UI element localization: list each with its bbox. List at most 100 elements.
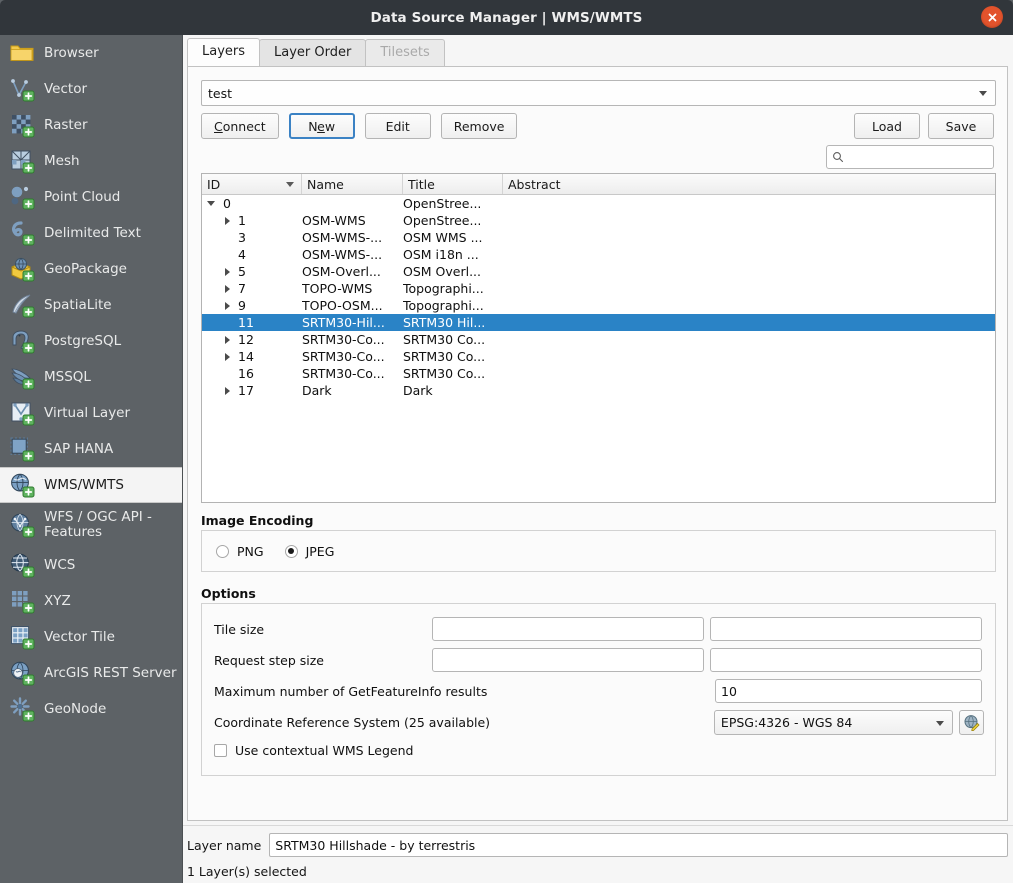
sidebar-item-raster[interactable]: Raster <box>0 107 182 143</box>
column-header-title[interactable]: Title <box>403 174 503 194</box>
encoding-radio-png[interactable] <box>216 544 229 558</box>
expand-collapse-closed-icon[interactable] <box>225 335 230 344</box>
table-row[interactable]: 3 OSM-WMS-... OSM WMS ... <box>202 229 995 246</box>
expand-collapse-closed-icon[interactable] <box>225 301 230 310</box>
tile-size-width-input[interactable] <box>432 617 704 641</box>
tile-size-height-input[interactable] <box>710 617 982 641</box>
sidebar-item-wms-wmts[interactable]: WMS/WMTS <box>0 467 182 503</box>
delimited-text-icon <box>9 220 35 246</box>
contextual-legend-row[interactable]: Use contextual WMS Legend <box>214 743 413 758</box>
sidebar-item-vector-tile[interactable]: Vector Tile <box>0 619 182 655</box>
layer-name-input[interactable]: SRTM30 Hillshade - by terrestris <box>269 833 1008 857</box>
table-row[interactable]: 9 TOPO-OSM... Topographi... <box>202 297 995 314</box>
sidebar-item-sap-hana[interactable]: SAP HANA <box>0 431 182 467</box>
crs-select[interactable]: EPSG:4326 - WGS 84 <box>713 710 954 735</box>
crs-label: Coordinate Reference System (25 availabl… <box>214 715 491 730</box>
layer-search-box[interactable] <box>826 145 994 169</box>
layer-search-input[interactable] <box>848 149 983 165</box>
tab-tilesets: Tilesets <box>365 39 445 66</box>
load-button[interactable]: Load <box>854 113 920 139</box>
sidebar-item-virtual-layer[interactable]: Virtual Layer <box>0 395 182 431</box>
table-row[interactable]: 4 OSM-WMS-... OSM i18n ... <box>202 246 995 263</box>
cell-name: OSM-WMS <box>302 213 366 228</box>
cell-name: OSM-WMS-... <box>302 230 383 245</box>
table-row[interactable]: 7 TOPO-WMS Topographi... <box>202 280 995 297</box>
table-row[interactable]: 0 OpenStree... <box>202 195 995 212</box>
sidebar-item-vector[interactable]: Vector <box>0 71 182 107</box>
cell-title: Topographi... <box>403 298 484 313</box>
sidebar-item-mesh[interactable]: Mesh <box>0 143 182 179</box>
sidebar-item-geonode[interactable]: GeoNode <box>0 691 182 727</box>
image-encoding-options[interactable]: PNG JPEG <box>202 531 995 571</box>
sidebar-item-wcs[interactable]: WCS <box>0 547 182 583</box>
table-row[interactable]: 16 SRTM30-Co... SRTM30 Co... <box>202 365 995 382</box>
expand-collapse-closed-icon[interactable] <box>225 386 230 395</box>
cell-name: OSM-WMS-... <box>302 247 383 262</box>
sidebar-item-geopackage[interactable]: GeoPackage <box>0 251 182 287</box>
table-row[interactable]: 11 SRTM30-Hil... SRTM30 Hil... <box>202 314 995 331</box>
tab-layer-order[interactable]: Layer Order <box>259 39 367 66</box>
options-group: Tile size Request step size Maximum numb… <box>201 603 996 776</box>
sidebar-item-spatialite[interactable]: SpatiaLite <box>0 287 182 323</box>
table-row[interactable]: 12 SRTM30-Co... SRTM30 Co... <box>202 331 995 348</box>
table-row[interactable]: 5 OSM-Overl... OSM Overl... <box>202 263 995 280</box>
folder-icon <box>9 40 35 66</box>
sap-hana-icon <box>9 436 35 462</box>
remove-button[interactable]: Remove <box>440 113 518 139</box>
tab-layers[interactable]: Layers <box>187 38 261 66</box>
column-header-id[interactable]: ID <box>202 174 302 194</box>
expand-collapse-closed-icon[interactable] <box>225 284 230 293</box>
sidebar-item-mssql[interactable]: MSSQL <box>0 359 182 395</box>
sidebar-item-label: Mesh <box>44 153 80 169</box>
connection-select-value: test <box>208 85 233 101</box>
table-row[interactable]: 14 SRTM30-Co... SRTM30 Co... <box>202 348 995 365</box>
sidebar-item-postgresql[interactable]: PostgreSQL <box>0 323 182 359</box>
table-row[interactable]: 17 Dark Dark <box>202 382 995 399</box>
max-getfeatureinfo-input[interactable]: 10 <box>715 679 982 703</box>
window-close-button[interactable] <box>981 6 1003 28</box>
tab-bar[interactable]: Layers Layer Order Tilesets <box>187 38 445 66</box>
sidebar-item-arcgis-rest-server[interactable]: ArcGIS REST Server <box>0 655 182 691</box>
connect-button-label: onnect <box>222 118 266 134</box>
expand-collapse-closed-icon[interactable] <box>225 352 230 361</box>
use-contextual-wms-legend-checkbox[interactable] <box>214 744 227 757</box>
wcs-icon <box>9 552 35 578</box>
sidebar-item-point-cloud[interactable]: Point Cloud <box>0 179 182 215</box>
encoding-radio-label-png[interactable]: PNG <box>237 544 264 559</box>
encoding-radio-jpeg[interactable] <box>284 544 298 558</box>
layer-tree[interactable]: ID Name Title Abstract 0 OpenStree... 1 OSM… <box>201 173 996 503</box>
main-panel: Layers Layer Order Tilesets test Connect N… <box>182 35 1013 883</box>
options-title: Options <box>201 586 256 601</box>
encoding-radio-label-jpeg[interactable]: JPEG <box>306 544 335 559</box>
arcgis-rest-icon <box>9 660 35 686</box>
connection-io-buttons: Load Save <box>854 113 994 139</box>
save-button[interactable]: Save <box>928 113 994 139</box>
table-row[interactable]: 1 OSM-WMS OpenStree... <box>202 212 995 229</box>
cell-id-value: 14 <box>238 349 254 364</box>
column-header-name[interactable]: Name <box>302 174 403 194</box>
column-header-id-label: ID <box>207 176 221 192</box>
new-button[interactable]: New <box>288 113 355 139</box>
expand-collapse-closed-icon[interactable] <box>225 216 230 225</box>
expand-collapse-open-icon[interactable] <box>207 201 215 206</box>
sidebar-item-label: Point Cloud <box>44 189 121 205</box>
close-icon <box>988 13 996 21</box>
connect-button[interactable]: Connect <box>201 113 279 139</box>
request-step-width-input[interactable] <box>432 648 704 672</box>
sidebar-item-wfs-ogc-api-features[interactable]: WFS / OGC API - Features <box>0 503 182 547</box>
cell-id-value: 11 <box>238 315 254 330</box>
sidebar-item-browser[interactable]: Browser <box>0 35 182 71</box>
request-step-height-input[interactable] <box>710 648 982 672</box>
use-contextual-wms-legend-label: Use contextual WMS Legend <box>235 743 414 758</box>
column-header-title-label: Title <box>408 176 435 192</box>
sidebar-item-delimited-text[interactable]: Delimited Text <box>0 215 182 251</box>
source-type-sidebar[interactable]: Browser Vector Raster Mesh Point Cloud Delimi… <box>0 35 182 883</box>
connection-select[interactable]: test <box>201 80 996 106</box>
column-header-abstract[interactable]: Abstract <box>503 174 995 194</box>
expand-collapse-closed-icon[interactable] <box>225 267 230 276</box>
sidebar-item-label: SpatiaLite <box>44 297 112 313</box>
edit-button[interactable]: Edit <box>364 113 431 139</box>
sidebar-item-xyz[interactable]: XYZ <box>0 583 182 619</box>
crs-select-button[interactable] <box>959 710 984 735</box>
